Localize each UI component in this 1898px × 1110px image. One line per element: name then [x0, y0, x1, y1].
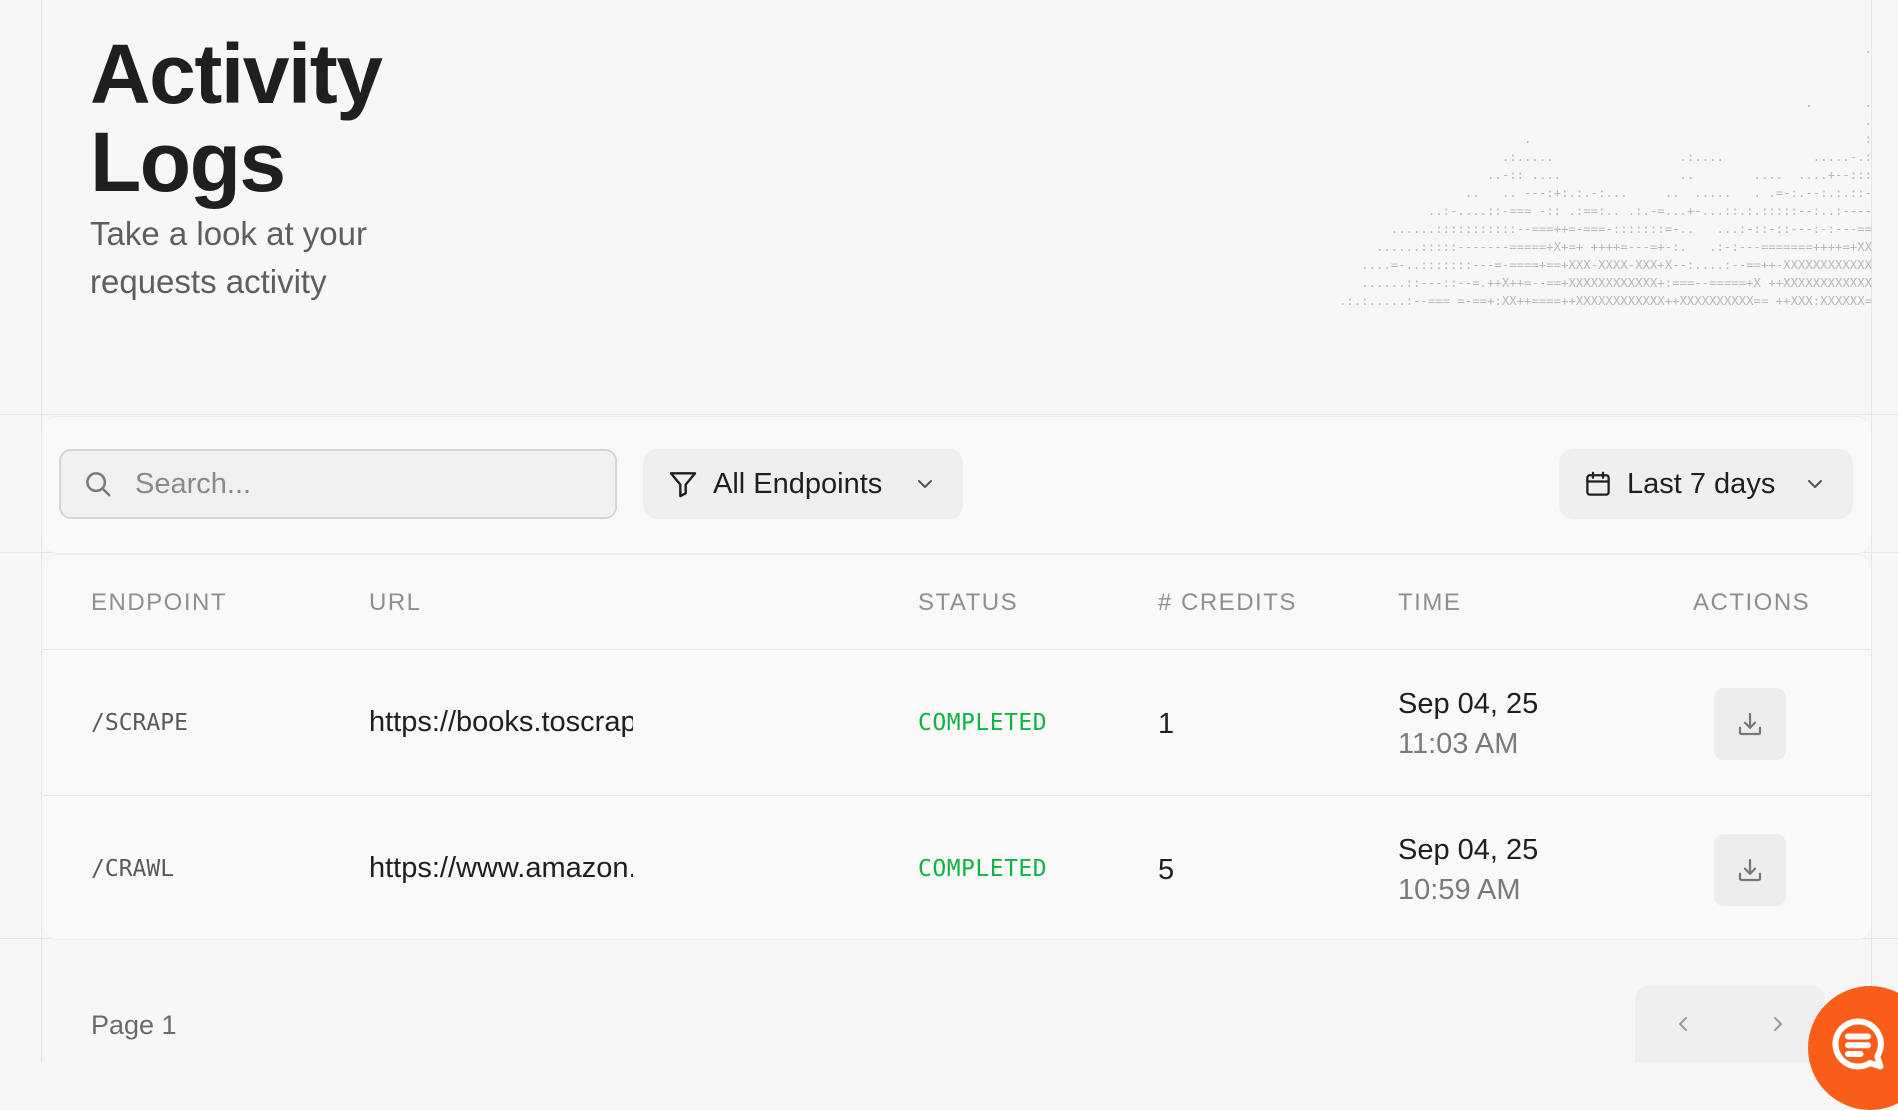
column-header-url: URL	[369, 589, 422, 616]
filter-icon	[667, 468, 699, 500]
date-range-label: Last 7 days	[1627, 467, 1776, 500]
time-clock: 10:59 AM	[1398, 874, 1521, 906]
column-header-actions: ACTIONS	[1693, 589, 1811, 616]
page-subtitle: Take a look at your requests activity	[90, 215, 367, 300]
frame-divider	[0, 414, 1898, 415]
endpoint-filter-dropdown[interactable]: All Endpoints	[643, 449, 963, 519]
column-header-status: STATUS	[918, 589, 1019, 616]
download-button[interactable]	[1714, 834, 1786, 906]
status-badge: COMPLETED	[918, 710, 1048, 736]
filter-toolbar: All Endpoints Last 7 days	[43, 416, 1871, 554]
url-cell: https://books.toscrape.com	[369, 706, 633, 738]
search-input[interactable]	[133, 466, 577, 502]
time-cell: Sep 04, 25 11:03 AM	[1398, 684, 1538, 764]
time-date: Sep 04, 25	[1398, 688, 1539, 720]
previous-page-button[interactable]	[1635, 986, 1730, 1062]
page-header: Activity Logs Take a look at your reques…	[42, 0, 1872, 414]
endpoint-cell: /SCRAPE	[91, 710, 188, 736]
time-clock: 11:03 AM	[1398, 728, 1519, 760]
column-header-credits: # CREDITS	[1158, 589, 1297, 616]
search-icon	[86, 472, 111, 497]
calendar-icon	[1583, 469, 1613, 499]
chat-icon	[1832, 1018, 1884, 1070]
credits-cell: 5	[1158, 854, 1175, 886]
search-box[interactable]	[59, 449, 617, 519]
table-row[interactable]: /SCRAPE https://books.toscrape.com COMPL…	[43, 650, 1871, 796]
ascii-art-decoration: . . . . .: .:..... .:.... .....-.: ..-:…	[1338, 42, 1872, 308]
page-indicator: Page 1	[91, 1010, 177, 1040]
pagination: Page 1	[43, 940, 1871, 1062]
table-row[interactable]: /CRAWL https://www.amazon.com COMPLETED …	[43, 796, 1871, 941]
page-title: Activity Logs	[90, 27, 383, 209]
column-header-time: TIME	[1398, 589, 1462, 616]
time-date: Sep 04, 25	[1398, 834, 1539, 866]
download-icon	[1738, 858, 1762, 882]
endpoint-filter-label: All Endpoints	[713, 467, 883, 500]
endpoint-cell: /CRAWL	[91, 856, 175, 882]
activity-table: ENDPOINT URL STATUS # CREDITS TIME ACTIO…	[43, 554, 1871, 940]
pagination-controls	[1635, 986, 1825, 1062]
date-range-dropdown[interactable]: Last 7 days	[1559, 449, 1853, 519]
status-badge: COMPLETED	[918, 856, 1048, 882]
time-cell: Sep 04, 25 10:59 AM	[1398, 830, 1538, 910]
url-cell: https://www.amazon.com	[369, 852, 633, 884]
chevron-right-icon	[1773, 1017, 1782, 1031]
download-icon	[1738, 712, 1762, 736]
download-button[interactable]	[1714, 688, 1786, 760]
chevron-down-icon	[1803, 472, 1827, 496]
credits-cell: 1	[1158, 708, 1175, 740]
column-header-endpoint: ENDPOINT	[91, 589, 228, 616]
chevron-down-icon	[913, 472, 937, 496]
table-header: ENDPOINT URL STATUS # CREDITS TIME ACTIO…	[43, 555, 1871, 650]
chevron-left-icon	[1678, 1017, 1687, 1031]
